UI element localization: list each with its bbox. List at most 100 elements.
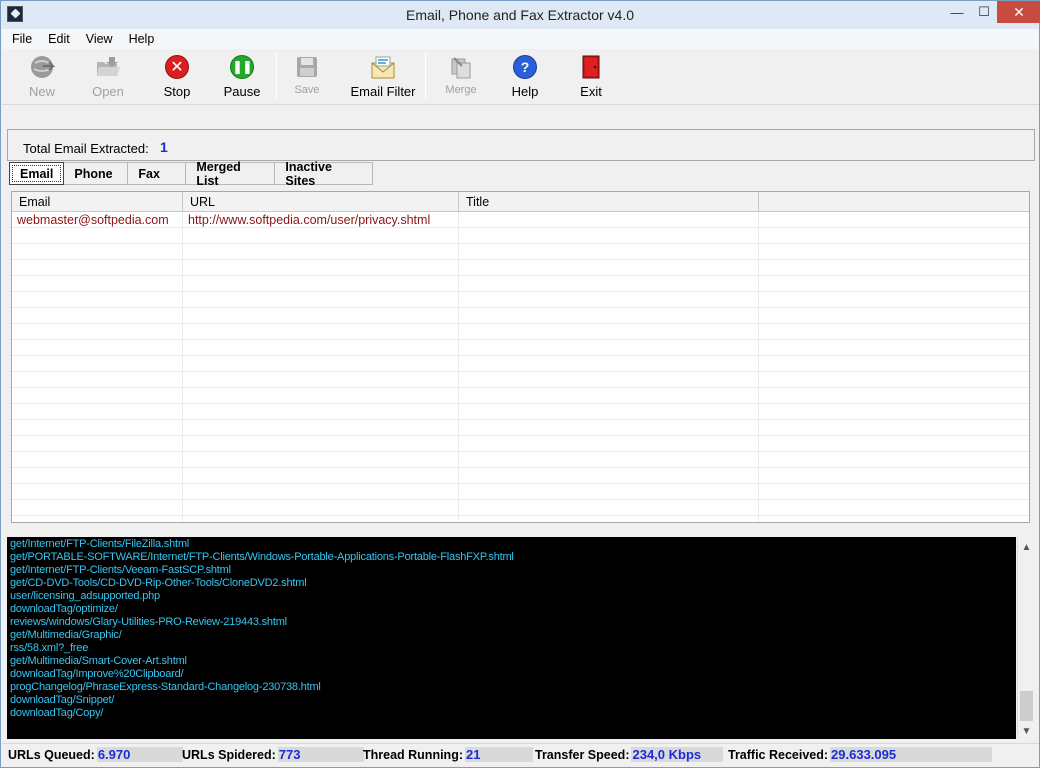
cell-title <box>459 212 759 228</box>
scroll-thumb[interactable] <box>1020 691 1033 721</box>
log-line: rss/58.xml?_free <box>10 642 89 654</box>
tab-inactive-sites[interactable]: Inactive Sites <box>275 160 374 188</box>
open-button[interactable]: Open <box>90 53 126 103</box>
grid-cell <box>183 420 459 436</box>
grid-cell <box>759 388 1029 404</box>
urls-queued-value: 6.970 <box>97 747 131 762</box>
pause-icon: ❚❚ <box>228 53 256 81</box>
merge-label: Merge <box>445 84 477 96</box>
urls-queued-box: 6.970 <box>96 747 183 762</box>
table-row[interactable] <box>12 260 1029 276</box>
status-traffic-received: Traffic Received: 29.633.095 <box>728 746 993 763</box>
merge-button[interactable]: Merge <box>444 53 478 103</box>
tab-fax[interactable]: Fax <box>128 162 187 185</box>
grid-cell <box>459 260 759 276</box>
activity-log[interactable]: get/Internet/FTP-Clients/FileZilla.shtml… <box>7 537 1016 739</box>
grid-cell <box>12 260 183 276</box>
table-row[interactable] <box>12 228 1029 244</box>
table-row[interactable] <box>12 308 1029 324</box>
app-icon <box>7 6 23 22</box>
table-row[interactable] <box>12 436 1029 452</box>
grid-cell <box>12 276 183 292</box>
tab-merged-list[interactable]: Merged List <box>186 160 276 188</box>
tab-email[interactable]: Email <box>9 162 65 185</box>
grid-cell <box>183 356 459 372</box>
table-row[interactable] <box>12 324 1029 340</box>
help-button[interactable]: ? Help <box>508 53 542 103</box>
grid-cell <box>183 468 459 484</box>
toolbar-separator <box>276 53 277 99</box>
table-row[interactable] <box>12 500 1029 516</box>
folder-icon <box>94 53 122 81</box>
tab-phone[interactable]: Phone <box>64 162 129 185</box>
table-row[interactable] <box>12 244 1029 260</box>
column-url[interactable]: URL <box>183 192 459 212</box>
table-row[interactable] <box>12 468 1029 484</box>
scroll-up-icon[interactable]: ▲ <box>1018 539 1035 555</box>
stop-glyph: ✕ <box>165 55 189 79</box>
grid-cell <box>759 452 1029 468</box>
grid-cell <box>459 228 759 244</box>
door-icon <box>577 53 605 81</box>
table-row[interactable] <box>12 516 1029 522</box>
email-filter-label: Email Filter <box>350 84 416 99</box>
table-row[interactable]: webmaster@softpedia.com http://www.softp… <box>12 212 1029 228</box>
email-filter-button[interactable]: Email Filter <box>346 53 420 103</box>
grid-cell <box>459 324 759 340</box>
stop-button[interactable]: ✕ Stop <box>160 53 194 103</box>
grid-cell <box>183 228 459 244</box>
urls-spidered-value: 773 <box>278 747 301 762</box>
grid-body: webmaster@softpedia.com http://www.softp… <box>12 212 1029 522</box>
grid-cell <box>759 292 1029 308</box>
help-label: Help <box>511 84 539 99</box>
table-row[interactable] <box>12 292 1029 308</box>
new-button[interactable]: New <box>26 53 58 103</box>
grid-cell <box>459 484 759 500</box>
menu-file[interactable]: File <box>2 32 38 46</box>
log-line: reviews/windows/Glary-Utilities-PRO-Revi… <box>10 616 287 628</box>
title-bar: Email, Phone and Fax Extractor v4.0 — ☐ … <box>1 1 1040 29</box>
minimize-button[interactable]: — <box>943 1 971 23</box>
close-button[interactable]: ✕ <box>997 1 1040 23</box>
grid-cell <box>759 404 1029 420</box>
menu-view[interactable]: View <box>76 32 119 46</box>
grid-cell <box>12 388 183 404</box>
table-row[interactable] <box>12 484 1029 500</box>
table-row[interactable] <box>12 388 1029 404</box>
exit-label: Exit <box>580 84 602 99</box>
table-row[interactable] <box>12 340 1029 356</box>
table-row[interactable] <box>12 276 1029 292</box>
grid-cell <box>12 340 183 356</box>
grid-cell <box>459 500 759 516</box>
grid-cell <box>759 324 1029 340</box>
urls-spidered-box: 773 <box>277 747 364 762</box>
grid-cell <box>12 356 183 372</box>
pause-button[interactable]: ❚❚ Pause <box>222 53 262 103</box>
results-grid[interactable]: Email URL Title webmaster@softpedia.com … <box>11 191 1030 523</box>
table-row[interactable] <box>12 420 1029 436</box>
grid-cell <box>12 484 183 500</box>
grid-cell <box>759 484 1029 500</box>
table-row[interactable] <box>12 452 1029 468</box>
scroll-down-icon[interactable]: ▼ <box>1018 723 1035 739</box>
grid-cell <box>12 436 183 452</box>
transfer-speed-label: Transfer Speed: <box>535 747 630 762</box>
column-email[interactable]: Email <box>12 192 183 212</box>
grid-cell <box>12 244 183 260</box>
table-row[interactable] <box>12 372 1029 388</box>
summary-panel: Total Email Extracted: 1 <box>7 129 1035 161</box>
grid-cell <box>459 276 759 292</box>
exit-button[interactable]: Exit <box>576 53 606 103</box>
log-scrollbar[interactable]: ▲ ▼ <box>1017 537 1034 739</box>
menu-help[interactable]: Help <box>119 32 161 46</box>
table-row[interactable] <box>12 356 1029 372</box>
maximize-button[interactable]: ☐ <box>971 1 997 23</box>
log-line: downloadTag/Copy/ <box>10 707 104 719</box>
column-title[interactable]: Title <box>459 192 759 212</box>
table-row[interactable] <box>12 404 1029 420</box>
urls-spidered-label: URLs Spidered: <box>182 747 276 762</box>
column-extra[interactable] <box>759 192 1029 212</box>
save-button[interactable]: Save <box>292 53 322 103</box>
log-line: get/Internet/FTP-Clients/Veeam-FastSCP.s… <box>10 564 231 576</box>
menu-edit[interactable]: Edit <box>38 32 76 46</box>
